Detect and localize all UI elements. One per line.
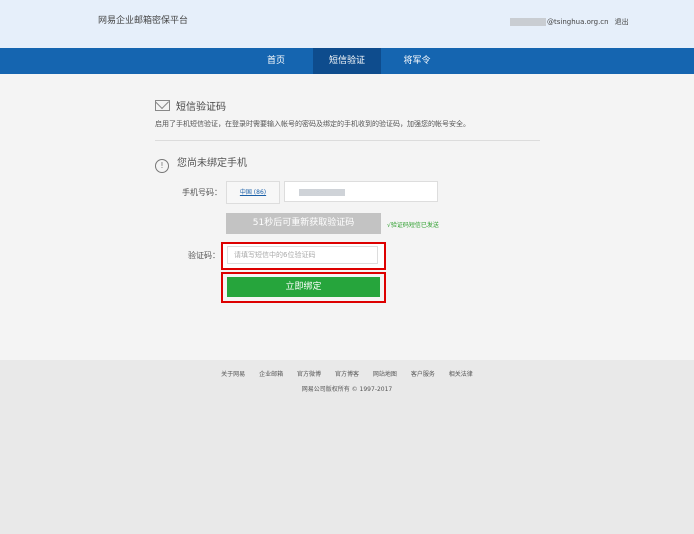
country-code-select[interactable]: 中国 (86) bbox=[226, 181, 280, 204]
section-title-text: 短信验证码 bbox=[176, 102, 226, 113]
section-description: 启用了手机短信验证，在登录时需要输入帐号的密码及绑定的手机收到的验证码，加强您的… bbox=[155, 120, 470, 128]
code-sent-hint: √验证码短信已发送 bbox=[387, 222, 439, 229]
unbound-notice: ! 您尚未绑定手机 bbox=[155, 154, 247, 173]
user-domain: @tsinghua.org.cn bbox=[547, 18, 609, 26]
footer-link-sitemap[interactable]: 网站地图 bbox=[373, 371, 397, 378]
footer-link-support[interactable]: 客户服务 bbox=[411, 371, 435, 378]
redacted-phone-number bbox=[299, 189, 345, 196]
bind-now-button[interactable]: 立即绑定 bbox=[227, 277, 380, 297]
code-input-highlight bbox=[221, 242, 386, 270]
footer-link-legal[interactable]: 相关法律 bbox=[449, 371, 473, 378]
nav-item-sms-verify[interactable]: 短信验证 bbox=[313, 48, 381, 74]
footer-links: 关于网易 企业邮箱 官方微博 官方博客 网站地图 客户服务 相关法律 bbox=[0, 369, 694, 378]
copyright: 网易公司版权所有 © 1997-2017 bbox=[301, 386, 393, 393]
phone-label: 手机号码： bbox=[182, 188, 222, 197]
phone-number-field[interactable] bbox=[284, 181, 438, 202]
code-label: 验证码： bbox=[188, 251, 220, 260]
bind-button-highlight: 立即绑定 bbox=[221, 272, 386, 303]
footer-link-enterprise-mail[interactable]: 企业邮箱 bbox=[259, 371, 283, 378]
footer-link-about[interactable]: 关于网易 bbox=[221, 371, 245, 378]
verification-code-input[interactable] bbox=[227, 246, 378, 264]
header: 网易企业邮箱密保平台 @tsinghua.org.cn 退出 bbox=[0, 0, 694, 48]
mail-icon bbox=[155, 100, 170, 111]
info-icon: ! bbox=[155, 159, 169, 173]
user-info: @tsinghua.org.cn 退出 bbox=[510, 17, 629, 27]
resend-code-button[interactable]: 51秒后可重新获取验证码 bbox=[226, 213, 381, 234]
section-title: 短信验证码 bbox=[155, 98, 226, 113]
brand-title: 网易企业邮箱密保平台 bbox=[98, 16, 189, 26]
main-nav: 首页 短信验证 将军令 bbox=[0, 48, 694, 74]
nav-item-token[interactable]: 将军令 bbox=[394, 48, 440, 74]
divider bbox=[155, 140, 540, 141]
nav-item-home[interactable]: 首页 bbox=[254, 48, 298, 74]
footer-link-blog[interactable]: 官方博客 bbox=[335, 371, 359, 378]
logout-link[interactable]: 退出 bbox=[615, 18, 629, 26]
redacted-username bbox=[510, 18, 546, 26]
footer-link-weibo[interactable]: 官方微博 bbox=[297, 371, 321, 378]
unbound-notice-text: 您尚未绑定手机 bbox=[177, 158, 247, 169]
